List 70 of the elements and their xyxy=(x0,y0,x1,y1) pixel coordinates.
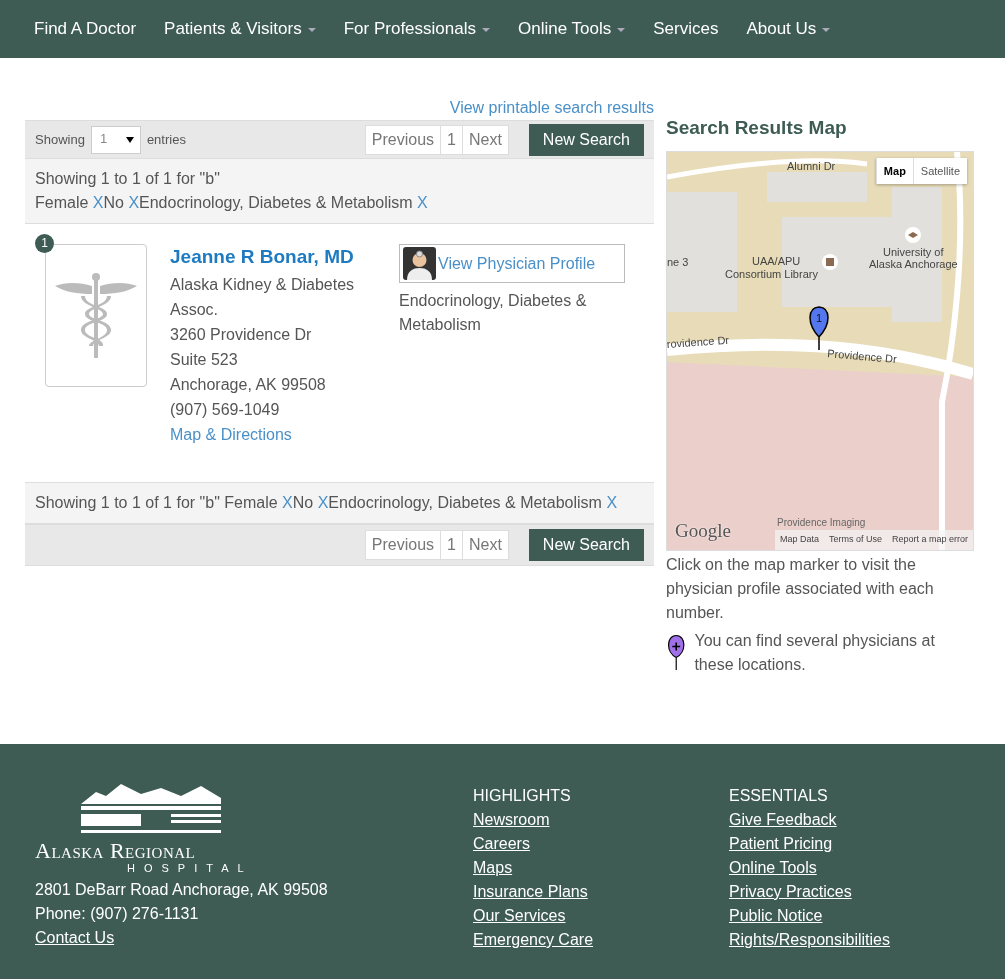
google-logo: Google xyxy=(675,519,731,543)
map-directions-link[interactable]: Map & Directions xyxy=(170,426,292,443)
pager-link[interactable]: Previous xyxy=(364,530,442,560)
map-label: Providence Dr xyxy=(826,346,898,365)
map-label: Alumni Dr xyxy=(787,159,836,172)
map-marker[interactable]: 1 xyxy=(809,305,829,351)
school-icon xyxy=(905,226,921,243)
new-search-button[interactable]: New Search xyxy=(528,529,644,561)
footer-link[interactable]: Careers xyxy=(473,832,530,856)
book-icon xyxy=(822,253,838,270)
footer-link[interactable]: Newsroom xyxy=(473,808,550,832)
map-footer-link[interactable]: Terms of Use xyxy=(823,530,887,550)
map-label: Providence Imaging xyxy=(777,516,866,528)
showing-label: Showing xyxy=(35,130,85,149)
nav-link[interactable]: For Professionals xyxy=(329,2,504,56)
physician-detail: Alaska Kidney & Diabetes Assoc. xyxy=(170,275,356,320)
contact-link[interactable]: Contact Us xyxy=(35,929,115,946)
hospital-logo: Alaska Regional HOSPITAL xyxy=(35,784,265,874)
footer-link[interactable]: Online Tools xyxy=(729,856,817,880)
pager-link[interactable]: 1 xyxy=(440,530,463,560)
nav-link[interactable]: Online Tools xyxy=(504,2,640,56)
legend-text: You can find several physicians at these locations. xyxy=(694,630,936,675)
footer-link[interactable]: Public Notice xyxy=(729,904,823,928)
map-label: Alaska Anchorage xyxy=(869,257,958,270)
specialty-text: Endocrinology, Diabetes & Metabolism xyxy=(399,291,588,335)
map-label: rovidence Dr xyxy=(667,333,730,350)
footer-link[interactable]: Privacy Practices xyxy=(729,880,852,904)
footer-heading: ESSENTIALS xyxy=(729,786,828,806)
footer-phone: Phone: (907) 276-1131 xyxy=(35,904,200,924)
map-label: UAA/APU xyxy=(752,254,801,267)
footer-heading: HIGHLIGHTS xyxy=(473,786,571,806)
page-length-select[interactable]: 1 xyxy=(90,125,141,154)
number-badge: 1 xyxy=(35,234,54,253)
nav-link[interactable]: Patients & Visitors xyxy=(150,2,330,56)
footer-address: 2801 DeBarr Road Anchorage, AK 99508 xyxy=(35,880,329,900)
pager-link[interactable]: Previous xyxy=(364,124,442,155)
results-summary: Showing 1 to 1 of 1 for "b" Female XNo XEndocrinology, Diabetes & Metabolism X xyxy=(25,482,654,524)
pager-link[interactable]: 1 xyxy=(440,124,463,155)
printable-results-link[interactable]: View printable search results xyxy=(449,99,654,116)
footer-link[interactable]: Insurance Plans xyxy=(473,880,588,904)
entries-label: entries xyxy=(146,130,186,149)
map-footer-link[interactable]: Map Data xyxy=(774,530,824,550)
map-view[interactable]: Alumni Dr ne 3 UAA/APU Consortium Library University of Alaska Anchorage rovidence Dr Providence Dr Providence Imaging 1 Google Map Satellite Map Data Terms of Use Report a map error xyxy=(666,150,974,551)
nav-link[interactable]: Find A Doctor xyxy=(20,2,151,56)
footer-link[interactable]: Our Services xyxy=(473,904,566,928)
view-profile-link[interactable]: View Physician Profile xyxy=(399,244,625,283)
footer-link[interactable]: Maps xyxy=(473,856,513,880)
map-caption: Click on the map marker to visit the physician profile associated with each number. xyxy=(666,554,935,623)
nav-link[interactable]: About Us xyxy=(732,2,845,56)
map-label: ne 3 xyxy=(667,255,689,268)
results-summary: Showing 1 to 1 of 1 for "b" Female XNo XEndocrinology, Diabetes & Metabolism X xyxy=(25,159,654,224)
footer-link[interactable]: Emergency Care xyxy=(473,928,594,952)
nav-link[interactable]: Services xyxy=(639,2,733,56)
pager-link[interactable]: Next xyxy=(461,530,509,560)
footer-link[interactable]: Rights/Responsibilities xyxy=(729,928,890,952)
physician-name[interactable]: Jeanne R Bonar, MD xyxy=(170,244,379,270)
pager-link[interactable]: Next xyxy=(461,124,509,155)
map-footer-link[interactable]: Report a map error xyxy=(886,530,973,550)
map-title: Search Results Map xyxy=(666,116,848,140)
footer-link[interactable]: Patient Pricing xyxy=(729,832,833,856)
footer-link[interactable]: Give Feedback xyxy=(729,808,837,832)
physician-detail: Suite 523 xyxy=(170,350,239,370)
map-label: University of xyxy=(883,245,944,258)
caduceus-icon xyxy=(55,271,137,360)
physician-detail: (907) 569-1049 xyxy=(170,400,281,420)
physician-detail: 3260 Providence Dr xyxy=(170,325,313,345)
new-search-button[interactable]: New Search xyxy=(528,123,644,156)
doctor-avatar-icon xyxy=(403,247,436,280)
physician-detail: Anchorage, AK 99508 xyxy=(170,375,327,395)
map-label: Consortium Library xyxy=(725,267,818,280)
